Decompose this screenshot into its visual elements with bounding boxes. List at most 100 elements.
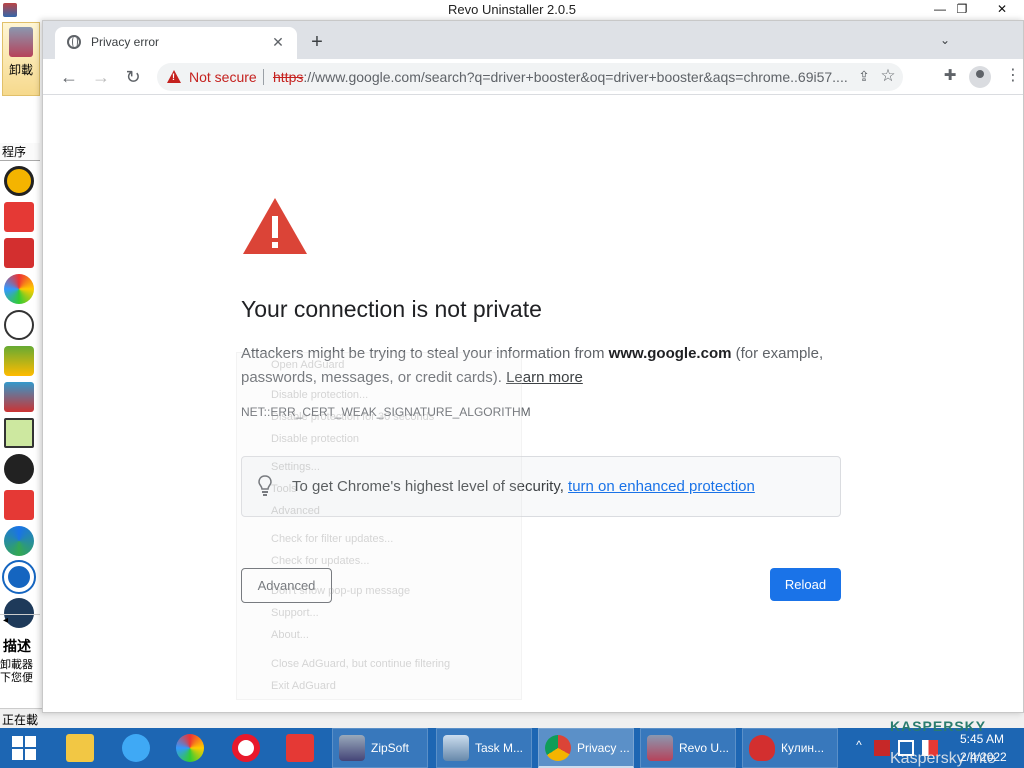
taskbar: ZipSoft Task M... Privacy ... Revo U... … bbox=[0, 728, 1024, 768]
program-list-item[interactable] bbox=[2, 452, 40, 484]
checkmark-app-icon bbox=[176, 734, 204, 762]
description-title: 描述 bbox=[3, 638, 31, 654]
program-list-item[interactable] bbox=[2, 308, 40, 340]
program-icon bbox=[4, 418, 34, 448]
learn-more-link[interactable]: Learn more bbox=[506, 369, 583, 386]
enhanced-text: To get Chrome's highest level of securit… bbox=[292, 478, 569, 495]
description-text: 下您便 bbox=[0, 672, 33, 684]
error-code[interactable]: NET::ERR_CERT_WEAK_SIGNATURE_ALGORITHM bbox=[241, 405, 531, 419]
program-list-item[interactable] bbox=[2, 200, 40, 232]
program-icon bbox=[4, 202, 34, 232]
tab-title: Privacy error bbox=[91, 35, 160, 49]
forward-arrow-icon[interactable]: → bbox=[89, 65, 113, 89]
program-list-item[interactable] bbox=[2, 164, 40, 196]
chrome-icon bbox=[545, 735, 571, 761]
program-list-item[interactable] bbox=[2, 560, 40, 594]
tray-chevron-icon[interactable]: ^ bbox=[852, 738, 866, 758]
program-icon bbox=[4, 166, 34, 196]
warning-icon[interactable] bbox=[167, 70, 181, 83]
uninstall-icon bbox=[9, 27, 33, 57]
task-label: Кулин... bbox=[781, 741, 825, 755]
taskbar-task[interactable]: ZipSoft bbox=[332, 728, 428, 768]
program-icon bbox=[4, 490, 34, 520]
program-icon bbox=[4, 346, 34, 376]
program-icon bbox=[4, 310, 34, 340]
page-title: Your connection is not private bbox=[241, 296, 542, 322]
restore-icon[interactable]: ❐ bbox=[952, 2, 972, 16]
puzzle-icon[interactable]: ✚ bbox=[939, 65, 961, 87]
clock-time[interactable]: 5:45 AM bbox=[960, 732, 1004, 746]
advanced-button[interactable]: Advanced bbox=[241, 568, 332, 603]
kebab-menu-icon[interactable]: ⋮ bbox=[1005, 65, 1021, 87]
start-button[interactable] bbox=[0, 728, 48, 768]
url-text[interactable]: https://www.google.com/search?q=driver+b… bbox=[273, 69, 861, 85]
url-path: ://www.google.com/search?q=driver+booste… bbox=[303, 69, 848, 85]
program-list-item[interactable] bbox=[2, 380, 40, 412]
chevron-down-icon[interactable]: ⌄ bbox=[935, 33, 955, 53]
program-list-item[interactable] bbox=[2, 236, 40, 268]
program-list-item[interactable] bbox=[2, 524, 40, 556]
kaspersky-watermark: Kaspersky Inte bbox=[890, 750, 996, 767]
navigation-bar: ← → ↻ Not secure https://www.google.com/… bbox=[43, 59, 1023, 95]
windows-logo-icon bbox=[25, 736, 36, 747]
program-icon bbox=[4, 454, 34, 484]
address-bar[interactable]: Not secure https://www.google.com/search… bbox=[157, 63, 903, 91]
program-icon bbox=[4, 526, 34, 556]
zipsoft-icon bbox=[339, 735, 365, 761]
enhanced-protection-link[interactable]: turn on enhanced protection bbox=[568, 478, 755, 495]
internet-explorer-button[interactable] bbox=[110, 728, 158, 768]
task-label: ZipSoft bbox=[371, 741, 410, 755]
windows-logo-icon bbox=[25, 749, 36, 760]
url-scheme: https bbox=[273, 69, 304, 85]
globe-icon bbox=[67, 35, 81, 49]
folder-icon bbox=[66, 734, 94, 762]
windows-logo-icon bbox=[12, 749, 23, 760]
close-tab-icon[interactable]: ✕ bbox=[269, 33, 287, 51]
minimize-icon[interactable]: — bbox=[930, 2, 950, 16]
program-icon bbox=[4, 382, 34, 412]
back-arrow-icon[interactable]: ← bbox=[57, 65, 81, 89]
kaspersky-logo: KASPERSKY bbox=[890, 718, 987, 734]
opera-icon bbox=[232, 734, 260, 762]
program-column-header[interactable]: 程序 bbox=[0, 143, 40, 161]
opera-button[interactable] bbox=[220, 728, 268, 768]
revo-window-title: Revo Uninstaller 2.0.5 bbox=[448, 2, 576, 17]
taskbar-task[interactable]: Кулин... bbox=[742, 728, 838, 768]
enhanced-protection-box: To get Chrome's highest level of securit… bbox=[241, 456, 841, 517]
mail-icon bbox=[286, 734, 314, 762]
program-list-item[interactable] bbox=[2, 488, 40, 520]
taskbar-task[interactable]: Task M... bbox=[436, 728, 532, 768]
program-list-item[interactable] bbox=[2, 344, 40, 376]
file-explorer-button[interactable] bbox=[54, 728, 102, 768]
taskbar-task[interactable]: Privacy ... bbox=[538, 728, 634, 768]
not-secure-label[interactable]: Not secure bbox=[189, 69, 257, 85]
mail-button[interactable] bbox=[274, 728, 322, 768]
desc-prefix: Attackers might be trying to steal your … bbox=[241, 345, 609, 362]
star-icon[interactable]: ☆ bbox=[879, 66, 897, 86]
task-label: Privacy ... bbox=[577, 741, 630, 755]
share-icon[interactable]: ⇪ bbox=[855, 68, 873, 86]
internet-explorer-icon bbox=[122, 734, 150, 762]
revo-titlebar: Revo Uninstaller 2.0.5 — ❐ ✕ bbox=[0, 0, 1024, 20]
new-tab-button[interactable]: + bbox=[305, 31, 329, 55]
horizontal-scrollbar[interactable]: ◂ bbox=[0, 614, 40, 630]
tab-privacy-error[interactable]: Privacy error ✕ bbox=[55, 27, 297, 59]
chrome-window: Privacy error ✕ + ⌄ ← → ↻ Not secure htt… bbox=[42, 20, 1024, 713]
program-list-item[interactable] bbox=[2, 416, 40, 448]
reload-icon[interactable]: ↻ bbox=[121, 65, 145, 89]
divider bbox=[263, 69, 264, 85]
pepper-icon bbox=[749, 735, 775, 761]
error-page: Your connection is not private Attackers… bbox=[43, 96, 1023, 712]
uninstall-toolbar-label: 卸載 bbox=[8, 63, 33, 77]
flag-icon[interactable] bbox=[874, 740, 890, 756]
program-icon bbox=[2, 560, 36, 594]
close-icon[interactable]: ✕ bbox=[992, 2, 1012, 16]
checkmark-app-button[interactable] bbox=[164, 728, 212, 768]
task-label: Revo U... bbox=[679, 741, 730, 755]
taskbar-task[interactable]: Revo U... bbox=[640, 728, 736, 768]
program-list-item[interactable] bbox=[2, 272, 40, 304]
tab-strip: Privacy error ✕ + ⌄ bbox=[43, 21, 1023, 59]
profile-avatar-icon[interactable] bbox=[969, 66, 991, 88]
reload-button[interactable]: Reload bbox=[770, 568, 841, 601]
uninstall-toolbar-button[interactable]: 卸載 bbox=[2, 22, 40, 96]
